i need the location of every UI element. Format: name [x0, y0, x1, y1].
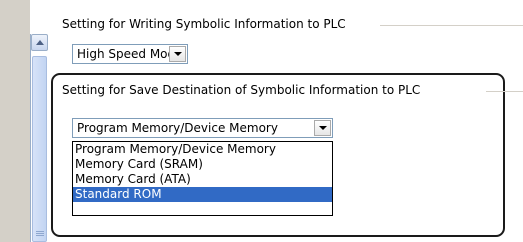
writing-mode-dropdown[interactable]: High Speed Mode [72, 44, 188, 64]
dropdown-arrow-icon [319, 126, 327, 130]
dropdown-option[interactable]: Memory Card (ATA) [73, 172, 332, 187]
group-divider-line [380, 25, 523, 26]
save-destination-dropdown[interactable]: Program Memory/Device Memory [72, 118, 333, 138]
dropdown-option-highlighted[interactable]: Standard ROM [73, 187, 332, 202]
group-divider-line [486, 91, 523, 92]
vertical-scrollbar[interactable] [30, 34, 50, 242]
scroll-up-button[interactable] [31, 34, 48, 51]
dropdown-arrow-icon [174, 52, 182, 56]
writing-mode-dropdown-button[interactable] [169, 46, 186, 62]
writing-setting-group-title: Setting for Writing Symbolic Information… [62, 17, 346, 31]
writing-mode-value: High Speed Mode [77, 47, 183, 61]
save-destination-value: Program Memory/Device Memory [77, 121, 278, 135]
scroll-up-arrow-icon [36, 40, 44, 45]
save-destination-dropdown-button[interactable] [314, 120, 331, 136]
left-panel-margin [0, 0, 30, 242]
save-destination-options-list: Program Memory/Device Memory Memory Card… [72, 141, 333, 216]
thumb-grip-icon [36, 231, 44, 232]
scroll-thumb[interactable] [32, 56, 47, 242]
dropdown-option[interactable]: Program Memory/Device Memory [73, 142, 332, 157]
dropdown-option[interactable]: Memory Card (SRAM) [73, 157, 332, 172]
save-destination-group-title: Setting for Save Destination of Symbolic… [62, 83, 421, 97]
